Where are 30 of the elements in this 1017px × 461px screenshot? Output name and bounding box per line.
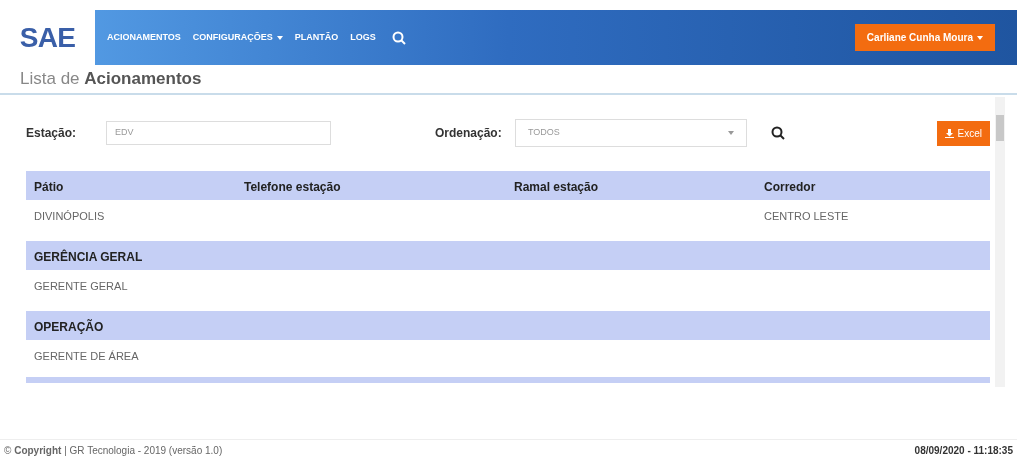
field-label: Ordenação:: [435, 125, 503, 142]
download-icon: [944, 128, 954, 138]
copyright-text: © Copyright | GR Tecnologia - 2019 (versão 1.0): [4, 444, 223, 458]
datetime-text: 08/09/2020 - 11:18:35: [914, 444, 1013, 458]
page-title: Lista de Acionamentos: [20, 68, 202, 91]
column-header: Pátio: [34, 179, 64, 194]
column-header: Ramal estação: [514, 179, 599, 194]
column-header: Telefone estação: [244, 179, 341, 194]
user-menu-button[interactable]: Carliane Cunha Moura: [854, 24, 995, 51]
nav-link[interactable]: PLANTÃO: [294, 30, 339, 45]
nav-link[interactable]: LOGS: [350, 30, 376, 45]
caret-icon: [728, 131, 734, 135]
table-cell: GERENTE GERAL: [34, 279, 128, 292]
nav-link[interactable]: CONFIGURAÇÕES: [192, 30, 283, 45]
logo: SAE: [19, 20, 76, 55]
scrollbar[interactable]: [995, 97, 1005, 387]
table-cell: CENTRO LESTE: [764, 209, 849, 222]
search-icon[interactable]: [771, 126, 785, 140]
nav-link[interactable]: ACIONAMENTOS: [107, 30, 181, 45]
excel-button[interactable]: Excel: [936, 120, 990, 146]
column-header: GERÊNCIA GERAL: [34, 249, 143, 264]
column-header: OPERAÇÃO: [34, 319, 104, 334]
field-label: Estação:: [26, 125, 78, 142]
station-input[interactable]: EDV: [106, 121, 331, 145]
caret-icon: [276, 35, 283, 40]
order-select[interactable]: TODOS: [515, 119, 747, 147]
table-cell: GERENTE DE ÁREA: [34, 349, 139, 362]
table-cell: DIVINÓPOLIS: [34, 209, 105, 222]
column-header: Corredor: [764, 179, 816, 194]
caret-icon: [977, 35, 983, 40]
